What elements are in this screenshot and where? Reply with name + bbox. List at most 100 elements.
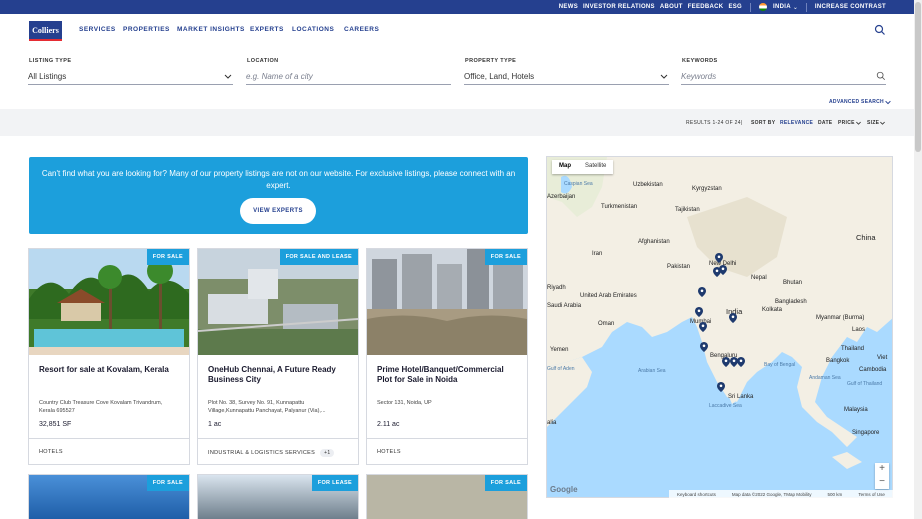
property-card[interactable]: FOR SALE Resort for sale at Kovalam, Ker… bbox=[28, 248, 190, 465]
sort-relevance[interactable]: RELEVANCE bbox=[780, 120, 813, 126]
map-label-sri-lanka: Sri Lanka bbox=[728, 394, 754, 400]
property-type-select[interactable]: Office, Land, Hotels bbox=[464, 68, 669, 85]
sort-by-label: SORT BY bbox=[751, 120, 776, 126]
map-label-singapore: Singapore bbox=[852, 430, 880, 436]
map-label-oman: Oman bbox=[598, 321, 615, 327]
map-landmass bbox=[547, 157, 892, 469]
advanced-search-label: ADVANCED SEARCH bbox=[829, 99, 884, 105]
chevron-down-icon bbox=[660, 74, 668, 79]
map-pin-icon[interactable] bbox=[717, 382, 725, 392]
map-pin-icon[interactable] bbox=[715, 253, 723, 263]
map-data-attribution: Map data ©2022 Google, TMap Mobility bbox=[731, 491, 812, 497]
map-pin-icon[interactable] bbox=[699, 322, 707, 332]
property-type-label: PROPERTY TYPE bbox=[465, 58, 517, 64]
property-size: 2.11 ac bbox=[377, 421, 400, 428]
map-pin-icon[interactable] bbox=[722, 357, 730, 367]
map-tab-satellite[interactable]: Satellite bbox=[578, 160, 613, 174]
map-label-uae: United Arab Emirates bbox=[580, 293, 637, 299]
map-pin-icon[interactable] bbox=[713, 267, 721, 277]
zoom-in-button[interactable]: + bbox=[875, 463, 889, 476]
map-label-bangladesh: Bangladesh bbox=[775, 299, 807, 305]
chevron-down-icon bbox=[856, 121, 861, 125]
nav-experts[interactable]: EXPERTS bbox=[250, 26, 284, 33]
utility-divider bbox=[750, 2, 752, 12]
sort-price[interactable]: PRICE bbox=[838, 120, 855, 126]
map-tab-map[interactable]: Map bbox=[552, 160, 578, 174]
map-pin-icon[interactable] bbox=[737, 357, 745, 367]
map-label-nepal: Nepal bbox=[751, 275, 767, 281]
utility-link-esg[interactable]: ESG bbox=[728, 4, 742, 10]
map-label-iran: Iran bbox=[592, 251, 603, 257]
nav-careers[interactable]: CAREERS bbox=[344, 26, 379, 33]
property-tag-label: HOTELS bbox=[39, 449, 63, 455]
advanced-search-link[interactable]: ADVANCED SEARCH bbox=[829, 98, 892, 106]
utility-link-investor-relations[interactable]: INVESTOR RELATIONS bbox=[583, 4, 655, 10]
more-tags-badge[interactable]: +1 bbox=[320, 449, 335, 457]
utility-link-feedback[interactable]: FEEDBACK bbox=[688, 4, 724, 10]
listing-type-value: All Listings bbox=[28, 71, 67, 81]
listing-badge: FOR SALE bbox=[484, 475, 527, 491]
map-label-myanmar: Myanmar (Burma) bbox=[816, 315, 865, 321]
scrollbar-thumb[interactable] bbox=[915, 2, 921, 152]
location-placeholder: e.g. Name of a city bbox=[246, 71, 313, 81]
property-map[interactable]: Map Satellite Caspian Sea Uzbekistan Kyr… bbox=[546, 156, 893, 498]
chevron-down-icon bbox=[880, 121, 885, 125]
property-tag: HOTELS bbox=[39, 449, 63, 455]
keywords-input[interactable]: Keywords bbox=[681, 68, 886, 85]
map-label-somalia: alia bbox=[547, 420, 557, 426]
property-title[interactable]: Prime Hotel/Banquet/Commercial Plot for … bbox=[377, 365, 517, 385]
map-pin-icon[interactable] bbox=[698, 287, 706, 297]
map-label-andaman-sea: Andaman Sea bbox=[809, 375, 841, 381]
property-address: Plot No. 38, Survey No. 91, Kunnapattu V… bbox=[208, 400, 326, 414]
keyboard-shortcuts-link[interactable]: Keyboard shortcuts bbox=[677, 492, 716, 497]
nav-locations[interactable]: LOCATIONS bbox=[292, 26, 334, 33]
map-label-kolkata: Kolkata bbox=[762, 307, 783, 313]
property-card[interactable]: FOR LEASE bbox=[197, 474, 359, 519]
terms-of-use-link[interactable]: Terms of Use bbox=[858, 492, 885, 497]
view-experts-button[interactable]: VIEW EXPERTS bbox=[240, 198, 316, 224]
map-label-tajikistan: Tajikistan bbox=[675, 207, 700, 213]
colliers-logo[interactable]: Colliers bbox=[29, 21, 62, 39]
listing-type-select[interactable]: All Listings bbox=[28, 68, 233, 85]
property-card[interactable]: FOR SALE bbox=[28, 474, 190, 519]
nav-market-insights[interactable]: MARKET INSIGHTS bbox=[177, 26, 245, 33]
nav-services[interactable]: SERVICES bbox=[79, 26, 116, 33]
nav-properties[interactable]: PROPERTIES bbox=[123, 26, 170, 33]
map-type-toggle[interactable]: Map Satellite bbox=[552, 160, 614, 174]
location-input[interactable]: e.g. Name of a city bbox=[246, 68, 451, 85]
map-label-gulf-of-thailand: Gulf of Thailand bbox=[847, 381, 883, 387]
map-label-arabian-sea: Arabian Sea bbox=[638, 368, 666, 374]
sort-date[interactable]: DATE bbox=[818, 120, 832, 126]
utility-link-about[interactable]: ABOUT bbox=[660, 4, 683, 10]
utility-link-news[interactable]: NEWS bbox=[559, 4, 578, 10]
sort-size[interactable]: SIZE bbox=[867, 120, 879, 126]
country-selector[interactable]: INDIA ⌄ bbox=[759, 3, 798, 11]
search-icon[interactable] bbox=[876, 71, 886, 81]
map-label-bay-of-bengal: Bay of Bengal bbox=[764, 362, 796, 368]
property-card[interactable]: FOR SALE Prime Hotel/Banquet/Commercial … bbox=[366, 248, 528, 465]
map-scale[interactable]: 500 km bbox=[828, 492, 843, 497]
map-label-afghanistan: Afghanistan bbox=[638, 239, 670, 245]
google-logo[interactable]: Google bbox=[550, 485, 578, 494]
utility-bar: NEWS INVESTOR RELATIONS ABOUT FEEDBACK E… bbox=[0, 0, 914, 14]
map-label-china: China bbox=[856, 233, 876, 242]
map-pin-icon[interactable] bbox=[729, 313, 737, 323]
page-scrollbar[interactable] bbox=[914, 0, 922, 519]
map-label-gulf-of-aden: Gulf of Aden bbox=[547, 366, 575, 372]
map-pin-icon[interactable] bbox=[700, 342, 708, 352]
zoom-out-button[interactable]: − bbox=[875, 476, 889, 489]
card-divider bbox=[29, 438, 189, 439]
property-title[interactable]: OneHub Chennai, A Future Ready Business … bbox=[208, 365, 348, 385]
property-title[interactable]: Resort for sale at Kovalam, Kerala bbox=[39, 365, 179, 375]
map-label-bangkok: Bangkok bbox=[826, 358, 850, 364]
property-card[interactable]: FOR SALE bbox=[366, 474, 528, 519]
search-icon[interactable] bbox=[874, 24, 886, 36]
property-card[interactable]: FOR SALE AND LEASE OneHub Chennai, A Fut… bbox=[197, 248, 359, 465]
search-filters: LISTING TYPE All Listings LOCATION e.g. … bbox=[0, 46, 914, 109]
map-pin-icon[interactable] bbox=[695, 307, 703, 317]
india-flag-icon bbox=[759, 3, 768, 11]
property-address: Country Club Treasure Cove Kovalam Triva… bbox=[39, 400, 163, 414]
increase-contrast-link[interactable]: INCREASE CONTRAST bbox=[815, 4, 886, 10]
property-address: Sector 131, Noida, UP bbox=[377, 400, 432, 406]
map-label-kyrgyzstan: Kyrgyzstan bbox=[692, 186, 722, 192]
